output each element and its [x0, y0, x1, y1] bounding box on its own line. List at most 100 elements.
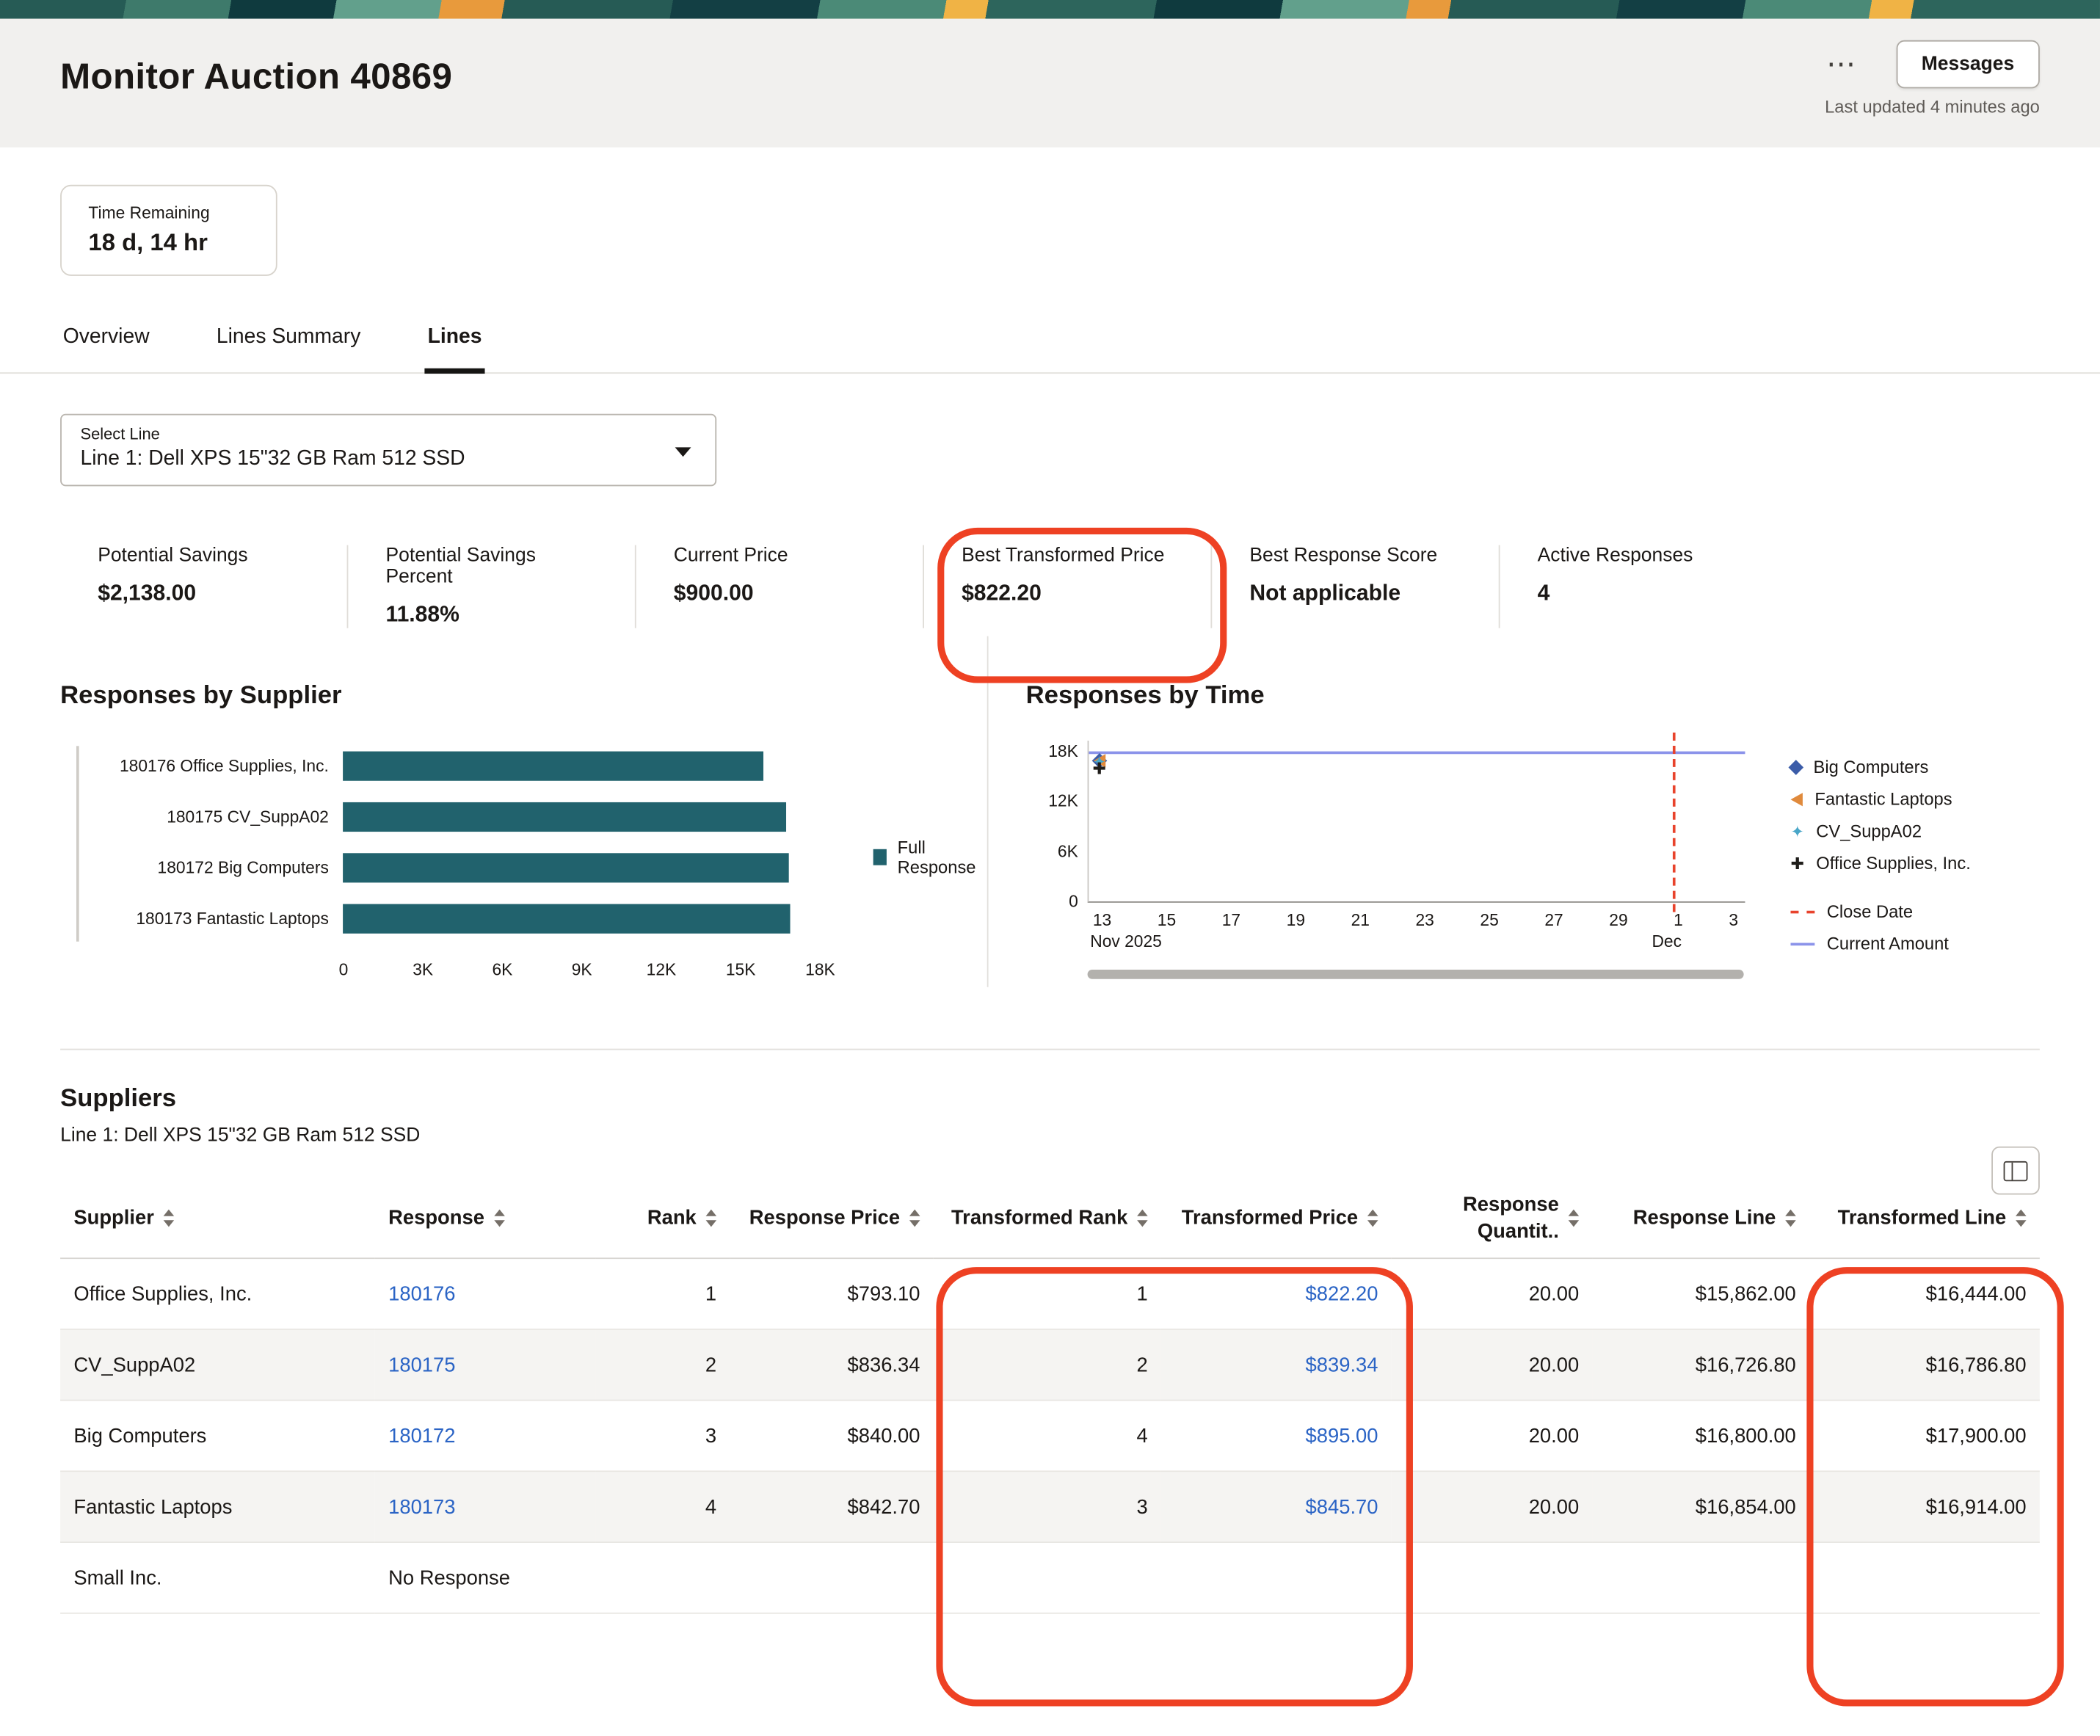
time-chart-legend: Big Computers Fantastic Laptops ✦ CV_Sup…: [1790, 757, 1970, 979]
supplier-name: CV_SuppA02: [60, 1329, 375, 1401]
bar-row: 180173 Fantastic Laptops: [90, 893, 820, 944]
supplier-name: Big Computers: [60, 1401, 375, 1472]
bar: [344, 752, 763, 781]
sort-icon[interactable]: [706, 1210, 717, 1227]
solid-line-icon: [1790, 943, 1814, 945]
series-marker-icon: ✚: [1093, 761, 1106, 777]
suppliers-subtitle: Line 1: Dell XPS 15"32 GB Ram 512 SSD: [60, 1125, 2040, 1147]
supplier-name: Fantastic Laptops: [60, 1471, 375, 1542]
sort-icon[interactable]: [1785, 1210, 1796, 1227]
response-link[interactable]: 180175: [388, 1354, 455, 1376]
legend-item-office-supplies: ✚ Office Supplies, Inc.: [1790, 853, 1970, 873]
triangle-marker-icon: [1790, 792, 1802, 805]
sort-icon[interactable]: [1569, 1210, 1580, 1227]
bar: [344, 904, 790, 934]
time-remaining-value: 18 d, 14 hr: [88, 229, 249, 257]
table-row: Small Inc. No Response: [60, 1542, 2040, 1613]
legend-item-current-amount: Current Amount: [1790, 934, 1970, 954]
legend-item-fantastic-laptops: Fantastic Laptops: [1790, 789, 1970, 809]
time-x-axis: 13 15 17 19 21 23 25 27 29 1 3: [1088, 903, 1744, 929]
time-x-axis-groups: Nov 2025 Dec: [1088, 929, 1744, 954]
table-row: Big Computers 180172 3 $840.00 4 $895.00…: [60, 1401, 2040, 1472]
col-transformed-price: Transformed Price: [1161, 1179, 1392, 1259]
chevron-down-icon: [675, 447, 691, 457]
tab-lines[interactable]: Lines: [425, 325, 484, 374]
transformed-price-link[interactable]: $822.20: [1306, 1282, 1378, 1305]
responses-by-time-title: Responses by Time: [1026, 682, 2100, 711]
response-link[interactable]: 180173: [388, 1495, 455, 1518]
legend-item-big-computers: Big Computers: [1790, 757, 1970, 777]
col-response-quantity: Response Quantit..: [1392, 1179, 1593, 1259]
star-marker-icon: ✦: [1790, 823, 1803, 839]
time-remaining-label: Time Remaining: [88, 203, 249, 222]
table-row: Fantastic Laptops 180173 4 $842.70 3 $84…: [60, 1471, 2040, 1542]
section-divider: [60, 1049, 2040, 1050]
col-supplier: Supplier: [60, 1179, 375, 1259]
table-header-row: Supplier Response Rank Response Price Tr…: [60, 1179, 2040, 1259]
bar-row: 180176 Office Supplies, Inc.: [90, 741, 820, 791]
suppliers-title: Suppliers: [60, 1085, 2040, 1114]
col-rank: Rank: [596, 1179, 730, 1259]
col-transformed-rank: Transformed Rank: [934, 1179, 1161, 1259]
sort-icon[interactable]: [164, 1210, 175, 1227]
col-response-price: Response Price: [730, 1179, 933, 1259]
col-response-line: Response Line: [1592, 1179, 1809, 1259]
manage-columns-button[interactable]: [1991, 1147, 2040, 1195]
no-response-text: No Response: [375, 1542, 596, 1613]
transformed-price-link[interactable]: $845.70: [1306, 1495, 1378, 1518]
responses-by-supplier-title: Responses by Supplier: [60, 682, 987, 711]
response-link[interactable]: 180172: [388, 1424, 455, 1447]
page: Monitor Auction 40869 ⋯ Messages Last up…: [0, 0, 2100, 1736]
kpi-row: Potential Savings $2,138.00 Potential Sa…: [60, 545, 2100, 628]
last-updated-text: Last updated 4 minutes ago: [1825, 96, 2040, 116]
sort-icon[interactable]: [494, 1210, 505, 1227]
tab-lines-summary[interactable]: Lines Summary: [214, 325, 363, 372]
bar-chart-legend: Full Response: [873, 837, 987, 877]
responses-by-supplier-chart: Responses by Supplier 180176 Office Supp…: [0, 636, 987, 987]
kpi-potential-savings-percent: Potential Savings Percent 11.88%: [348, 545, 636, 628]
kpi-current-price: Current Price $900.00: [636, 545, 924, 628]
sort-icon[interactable]: [2016, 1210, 2027, 1227]
page-title: Monitor Auction 40869: [60, 57, 2040, 98]
diamond-marker-icon: [1788, 759, 1803, 774]
sort-icon[interactable]: [909, 1210, 920, 1227]
table-columns-icon: [2004, 1161, 2028, 1180]
tab-overview[interactable]: Overview: [60, 325, 152, 372]
plus-marker-icon: ✚: [1790, 855, 1803, 871]
current-amount-line: [1089, 752, 1745, 755]
table-row: Office Supplies, Inc. 180176 1 $793.10 1…: [60, 1258, 2040, 1329]
bar-row: 180175 CV_SuppA02: [90, 791, 820, 842]
decorative-banner: [0, 0, 2100, 19]
bar-x-axis: 0 3K 6K 9K 12K 15K 18K: [344, 960, 821, 987]
response-link[interactable]: 180176: [388, 1282, 455, 1305]
legend-item-cv-suppa02: ✦ CV_SuppA02: [1790, 821, 1970, 840]
time-chart-scrollbar[interactable]: [1088, 970, 1744, 979]
full-response-label: Full Response: [898, 837, 987, 877]
select-line-dropdown[interactable]: Select Line Line 1: Dell XPS 15"32 GB Ra…: [60, 414, 716, 487]
supplier-name: Office Supplies, Inc.: [60, 1258, 375, 1329]
bar: [344, 853, 788, 882]
kpi-best-transformed-price: Best Transformed Price $822.20: [924, 545, 1212, 628]
suppliers-section: Suppliers Line 1: Dell XPS 15"32 GB Ram …: [0, 1085, 2100, 1614]
select-line-label: Select Line: [80, 424, 696, 443]
legend-item-close-date: Close Date: [1790, 901, 1970, 921]
select-line-value: Line 1: Dell XPS 15"32 GB Ram 512 SSD: [80, 447, 696, 471]
sort-icon[interactable]: [1367, 1210, 1378, 1227]
messages-button[interactable]: Messages: [1896, 40, 2040, 89]
more-actions-icon[interactable]: ⋯: [1818, 44, 1867, 84]
sort-icon[interactable]: [1137, 1210, 1148, 1227]
bar-row: 180172 Big Computers: [90, 843, 820, 893]
dashed-line-icon: [1790, 910, 1814, 913]
bar: [344, 802, 787, 832]
supplier-name: Small Inc.: [60, 1542, 375, 1613]
bar-chart-axis: [76, 746, 79, 941]
time-plot: 18K 12K 6K 0 ✦✚: [1088, 741, 1745, 903]
col-response: Response: [375, 1179, 596, 1259]
transformed-price-link[interactable]: $895.00: [1306, 1424, 1378, 1447]
time-remaining-card: Time Remaining 18 d, 14 hr: [60, 185, 277, 276]
close-date-line: [1673, 733, 1676, 912]
transformed-price-link[interactable]: $839.34: [1306, 1354, 1378, 1376]
table-row: CV_SuppA02 180175 2 $836.34 2 $839.34 20…: [60, 1329, 2040, 1401]
kpi-potential-savings: Potential Savings $2,138.00: [60, 545, 348, 628]
responses-by-time-chart: Responses by Time 18K 12K 6K 0 ✦✚ 13 15 …: [987, 636, 2100, 987]
